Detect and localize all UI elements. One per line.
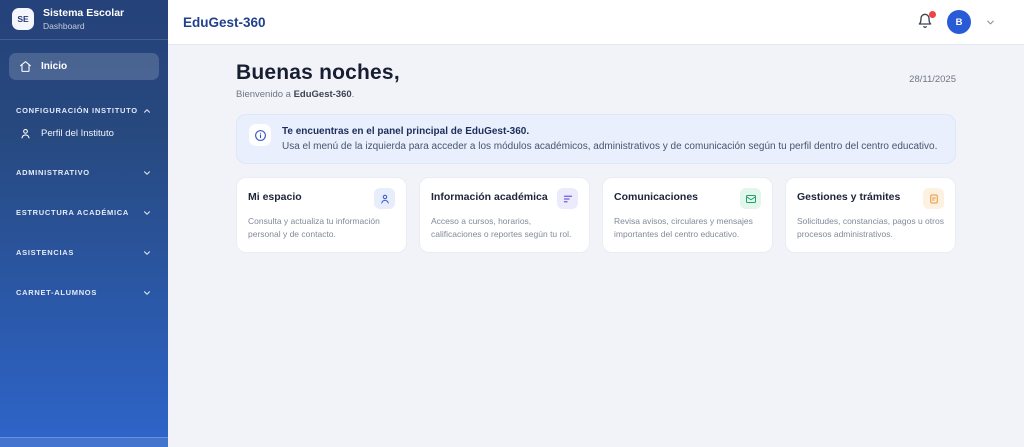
info-icon bbox=[254, 129, 266, 141]
card-icon-box bbox=[374, 188, 395, 209]
sidebar-section-header-administrativo[interactable]: ADMINISTRATIVO bbox=[9, 164, 159, 182]
main-content: Buenas noches, Bienvenido a EduGest-360.… bbox=[168, 45, 1024, 447]
notifications-button[interactable] bbox=[917, 11, 936, 31]
sidebar-section-label: CONFIGURACIÓN INSTITUTO bbox=[16, 106, 138, 116]
sidebar-section-asistencias: ASISTENCIAS bbox=[9, 244, 159, 262]
card-gestiones-tramites[interactable]: Gestiones y trámites Solicitudes, consta… bbox=[785, 177, 956, 253]
card-description: Consulta y actualiza tu información pers… bbox=[248, 216, 380, 239]
sidebar-nav: Inicio CONFIGURACIÓN INSTITUTO Perfil de… bbox=[0, 40, 168, 437]
sidebar-section-label: CARNET-ALUMNOS bbox=[16, 288, 98, 298]
avatar[interactable]: B bbox=[947, 10, 971, 34]
bars-icon bbox=[563, 195, 572, 202]
user-icon bbox=[21, 128, 30, 139]
sidebar-brand-name: Sistema Escolar bbox=[43, 7, 125, 19]
card-description: Revisa avisos, circulares y mensajes imp… bbox=[614, 216, 753, 239]
page-title: Buenas noches, bbox=[236, 61, 400, 84]
sidebar-section-label: ESTRUCTURA ACADÉMICA bbox=[16, 208, 130, 218]
app-logo: SE bbox=[12, 8, 34, 31]
card-description: Solicitudes, constancias, pagos u otros … bbox=[797, 216, 944, 239]
info-icon-box bbox=[249, 124, 271, 146]
card-top: Comunicaciones bbox=[614, 188, 761, 209]
sidebar-section-header-configuracion[interactable]: CONFIGURACIÓN INSTITUTO bbox=[9, 102, 159, 120]
sidebar-scrollbar[interactable] bbox=[0, 437, 168, 447]
mail-icon bbox=[745, 194, 756, 203]
info-banner: Te encuentras en el panel principal de E… bbox=[236, 114, 956, 164]
card-icon-box bbox=[923, 188, 944, 209]
chevron-down-icon[interactable] bbox=[985, 17, 996, 28]
sidebar-brand: Sistema Escolar Dashboard bbox=[43, 7, 124, 32]
card-title: Información académica bbox=[431, 191, 548, 203]
user-icon bbox=[380, 194, 389, 204]
home-icon bbox=[20, 60, 31, 72]
card-top: Mi espacio bbox=[248, 188, 395, 209]
card-title: Comunicaciones bbox=[614, 191, 699, 203]
welcome-brand: EduGest-360 bbox=[293, 89, 352, 100]
module-cards: Mi espacio Consulta y actualiza tu infor… bbox=[236, 177, 956, 253]
sidebar-section-administrativo: ADMINISTRATIVO bbox=[9, 164, 159, 182]
content-container: Buenas noches, Bienvenido a EduGest-360.… bbox=[236, 45, 956, 253]
sidebar-section-header-asistencias[interactable]: ASISTENCIAS bbox=[9, 244, 159, 262]
card-top: Gestiones y trámites bbox=[797, 188, 944, 209]
card-mi-espacio[interactable]: Mi espacio Consulta y actualiza tu infor… bbox=[236, 177, 407, 253]
chevron-down-icon bbox=[144, 250, 150, 255]
card-icon-box bbox=[740, 188, 761, 209]
topbar: EduGest-360 B bbox=[168, 0, 1024, 45]
sidebar-item-label: Inicio bbox=[41, 60, 68, 72]
chevron-down-icon bbox=[144, 290, 150, 295]
info-banner-title: Te encuentras en el panel principal de E… bbox=[282, 126, 530, 137]
chevron-down-icon bbox=[144, 170, 150, 175]
greeting-block: Buenas noches, Bienvenido a EduGest-360. bbox=[236, 61, 400, 100]
sidebar-section-configuracion: CONFIGURACIÓN INSTITUTO Perfil del Insti… bbox=[9, 102, 159, 142]
info-banner-text: Te encuentras en el panel principal de E… bbox=[282, 124, 937, 154]
chevron-down-icon bbox=[144, 210, 150, 215]
topbar-brand: EduGest-360 bbox=[183, 14, 266, 30]
sidebar-section-carnet-alumnos: CARNET-ALUMNOS bbox=[9, 284, 159, 302]
sidebar-brand-sub: Dashboard bbox=[43, 20, 85, 31]
sidebar-item-inicio[interactable]: Inicio bbox=[9, 52, 159, 80]
card-icon-box bbox=[557, 188, 578, 209]
welcome-text: Bienvenido a EduGest-360. bbox=[236, 89, 400, 100]
sidebar-section-header-carnet-alumnos[interactable]: CARNET-ALUMNOS bbox=[9, 284, 159, 302]
welcome-prefix: Bienvenido a bbox=[236, 89, 294, 100]
notification-badge bbox=[929, 11, 936, 18]
chevron-up-icon bbox=[144, 108, 150, 113]
card-title: Mi espacio bbox=[248, 191, 302, 203]
current-date: 28/11/2025 bbox=[909, 74, 956, 85]
welcome-suffix: . bbox=[351, 89, 355, 100]
sidebar-section-label: ADMINISTRATIVO bbox=[16, 168, 90, 178]
sidebar-section-estructura-academica: ESTRUCTURA ACADÉMICA bbox=[9, 204, 159, 222]
sidebar-item-perfil-del-instituto[interactable]: Perfil del Instituto bbox=[9, 120, 159, 142]
greeting-row: Buenas noches, Bienvenido a EduGest-360.… bbox=[236, 61, 956, 100]
sidebar-header: SE Sistema Escolar Dashboard bbox=[0, 0, 168, 40]
document-icon bbox=[929, 194, 938, 203]
sidebar-item-label: Perfil del Instituto bbox=[41, 127, 114, 139]
card-title: Gestiones y trámites bbox=[797, 191, 901, 203]
card-informacion-academica[interactable]: Información académica Acceso a cursos, h… bbox=[419, 177, 590, 253]
card-comunicaciones[interactable]: Comunicaciones Revisa avisos, circulares… bbox=[602, 177, 773, 253]
sidebar: SE Sistema Escolar Dashboard Inicio CONF… bbox=[0, 0, 168, 447]
card-top: Información académica bbox=[431, 188, 578, 209]
info-banner-subtitle: Usa el menú de la izquierda para acceder… bbox=[282, 141, 938, 152]
sidebar-section-label: ASISTENCIAS bbox=[16, 248, 75, 258]
topbar-actions: B bbox=[917, 10, 996, 34]
card-description: Acceso a cursos, horarios, calificacione… bbox=[431, 216, 572, 239]
sidebar-section-header-estructura-academica[interactable]: ESTRUCTURA ACADÉMICA bbox=[9, 204, 159, 222]
